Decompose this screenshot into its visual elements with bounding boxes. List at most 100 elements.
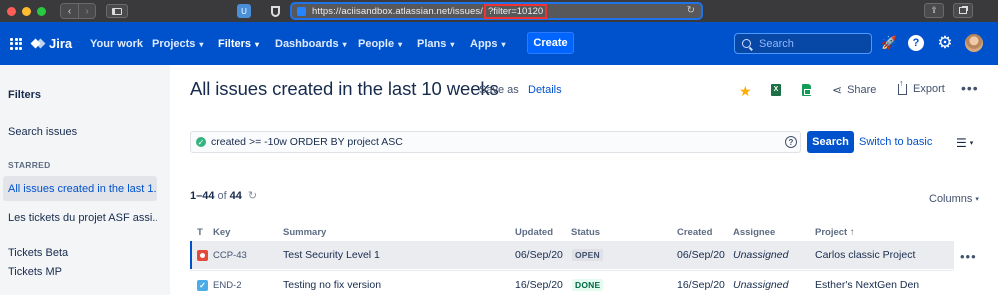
nav-your-work[interactable]: Your work bbox=[90, 38, 143, 50]
zoom-window-button[interactable] bbox=[37, 6, 46, 16]
valid-check-icon: ✓ bbox=[196, 137, 206, 147]
column-header-status[interactable]: Status bbox=[571, 227, 600, 238]
column-header-summary[interactable]: Summary bbox=[283, 227, 326, 238]
app-switcher-icon[interactable] bbox=[10, 37, 22, 50]
google-sheets-icon[interactable] bbox=[802, 84, 811, 96]
chevron-down-icon: ▾ bbox=[255, 39, 260, 49]
sidebar-title: Filters bbox=[8, 89, 42, 101]
issue-project: Esther's NextGen Den bbox=[815, 279, 920, 291]
list-view-icon: ☰ bbox=[956, 136, 967, 150]
sidebar-icon bbox=[112, 7, 122, 15]
issue-created: 16/Sep/20 bbox=[677, 279, 725, 291]
columns-button[interactable]: Columns ▾ bbox=[929, 193, 979, 205]
page-title: All issues created in the last 10 weeks bbox=[190, 78, 499, 99]
window-controls bbox=[7, 6, 46, 16]
more-actions-icon[interactable]: ••• bbox=[961, 80, 979, 96]
issue-updated: 06/Sep/20 bbox=[515, 249, 563, 261]
issue-key[interactable]: CCP-43 bbox=[213, 241, 247, 269]
chevron-down-icon: ▾ bbox=[398, 39, 403, 49]
browser-toolbar: ‹ › U https://aciisandbox.atlassian.net/… bbox=[0, 0, 998, 22]
issue-created: 06/Sep/20 bbox=[677, 249, 725, 261]
url-text: https://aciisandbox.atlassian.net/issues… bbox=[312, 5, 483, 17]
jira-logo[interactable]: Jira bbox=[30, 36, 73, 51]
refresh-icon[interactable]: ↻ bbox=[248, 189, 257, 202]
sidebar-search-issues[interactable]: Search issues bbox=[8, 126, 77, 138]
details-link[interactable]: Details bbox=[528, 84, 562, 96]
sidebar-item-tickets-mp[interactable]: Tickets MP bbox=[3, 259, 157, 284]
chevron-down-icon: ▾ bbox=[342, 39, 347, 49]
save-as-button[interactable]: Save as bbox=[479, 84, 519, 96]
search-icon bbox=[742, 39, 751, 48]
nav-plans[interactable]: Plans ▾ bbox=[417, 38, 454, 50]
sidebar-toggle-button[interactable] bbox=[106, 4, 128, 18]
bug-icon bbox=[197, 249, 208, 261]
forward-icon[interactable]: › bbox=[78, 4, 95, 18]
minimize-window-button[interactable] bbox=[22, 6, 31, 16]
column-header-project[interactable]: Project ↑ bbox=[815, 227, 855, 238]
issue-summary[interactable]: Test Security Level 1 bbox=[283, 241, 380, 269]
row-actions-icon[interactable]: ••• bbox=[960, 249, 977, 264]
chevron-down-icon: ▾ bbox=[199, 39, 204, 49]
sidebar-item-all-issues[interactable]: All issues created in the last 1... bbox=[3, 176, 157, 201]
issue-summary[interactable]: Testing no fix version bbox=[283, 271, 381, 295]
gear-icon[interactable]: ⚙ bbox=[936, 34, 954, 52]
back-icon[interactable]: ‹ bbox=[61, 4, 78, 18]
table-row[interactable]: ✓ END-2 Testing no fix version 16/Sep/20… bbox=[190, 270, 954, 295]
issue-type-cell bbox=[197, 241, 208, 269]
switch-to-basic-link[interactable]: Switch to basic bbox=[859, 136, 932, 148]
site-icon bbox=[297, 6, 306, 16]
jql-query-input[interactable]: ✓ created >= -10w ORDER BY project ASC ? bbox=[190, 131, 801, 153]
search-button[interactable]: Search bbox=[807, 131, 854, 153]
chevron-down-icon: ▾ bbox=[501, 39, 506, 49]
column-header-key[interactable]: Key bbox=[213, 227, 230, 238]
notifications-icon[interactable]: 🚀 bbox=[881, 36, 897, 50]
global-search-input[interactable]: Search bbox=[734, 33, 872, 54]
issue-key[interactable]: END-2 bbox=[213, 271, 242, 295]
issue-assignee: Unassigned bbox=[733, 249, 789, 261]
browser-share-icon[interactable]: ⇪ bbox=[924, 3, 944, 18]
nav-apps[interactable]: Apps ▾ bbox=[470, 38, 506, 50]
address-bar[interactable]: https://aciisandbox.atlassian.net/issues… bbox=[290, 2, 703, 20]
syntax-help-icon[interactable]: ? bbox=[785, 136, 797, 148]
tab-overview-icon[interactable] bbox=[953, 3, 973, 18]
help-icon[interactable]: ? bbox=[908, 35, 924, 51]
nav-projects[interactable]: Projects ▾ bbox=[152, 38, 203, 50]
chevron-down-icon: ▾ bbox=[450, 39, 455, 49]
issue-assignee: Unassigned bbox=[733, 279, 789, 291]
column-header-type[interactable]: T bbox=[197, 227, 203, 238]
results-count: 1–44 of 44 ↻ bbox=[190, 189, 258, 203]
excel-icon[interactable]: X bbox=[771, 84, 781, 96]
privacy-shield-icon[interactable] bbox=[269, 4, 281, 18]
table-row[interactable]: CCP-43 Test Security Level 1 06/Sep/20 O… bbox=[190, 241, 954, 269]
extension-icon[interactable]: U bbox=[237, 4, 251, 18]
issue-updated: 16/Sep/20 bbox=[515, 279, 563, 291]
issue-status[interactable]: OPEN bbox=[572, 241, 603, 269]
top-navigation: Jira Your work Projects ▾ Filters ▾ Dashbo… bbox=[0, 22, 998, 65]
history-buttons: ‹ › bbox=[60, 3, 96, 19]
issue-type-cell: ✓ bbox=[197, 271, 208, 295]
issue-status[interactable]: DONE bbox=[572, 271, 604, 295]
sidebar-item-asf[interactable]: Les tickets du projet ASF assi... bbox=[3, 205, 157, 230]
export-button[interactable]: Export bbox=[898, 78, 945, 95]
star-icon[interactable]: ★ bbox=[739, 83, 752, 100]
reload-icon[interactable]: ↻ bbox=[687, 5, 695, 16]
jira-wordmark: Jira bbox=[49, 36, 73, 51]
nav-filters[interactable]: Filters ▾ bbox=[218, 38, 259, 50]
url-filter-highlight: ?filter=10120 bbox=[483, 3, 548, 19]
status-badge: OPEN bbox=[572, 249, 603, 261]
chevron-down-icon: ▾ bbox=[975, 196, 979, 203]
column-header-updated[interactable]: Updated bbox=[515, 227, 553, 238]
nav-dashboards[interactable]: Dashboards ▾ bbox=[275, 38, 347, 50]
share-button[interactable]: ⋖ Share bbox=[832, 83, 876, 97]
issue-project: Carlos classic Project bbox=[815, 249, 916, 261]
column-header-assignee[interactable]: Assignee bbox=[733, 227, 775, 238]
column-header-created[interactable]: Created bbox=[677, 227, 712, 238]
create-button[interactable]: Create bbox=[527, 32, 574, 54]
view-switcher[interactable]: ☰ ▾ bbox=[956, 136, 973, 150]
status-badge: DONE bbox=[572, 279, 604, 291]
close-window-button[interactable] bbox=[7, 6, 16, 16]
nav-people[interactable]: People ▾ bbox=[358, 38, 402, 50]
sidebar-starred-heading: STARRED bbox=[8, 160, 51, 170]
avatar[interactable] bbox=[965, 34, 983, 52]
share-icon: ⋖ bbox=[832, 83, 843, 97]
